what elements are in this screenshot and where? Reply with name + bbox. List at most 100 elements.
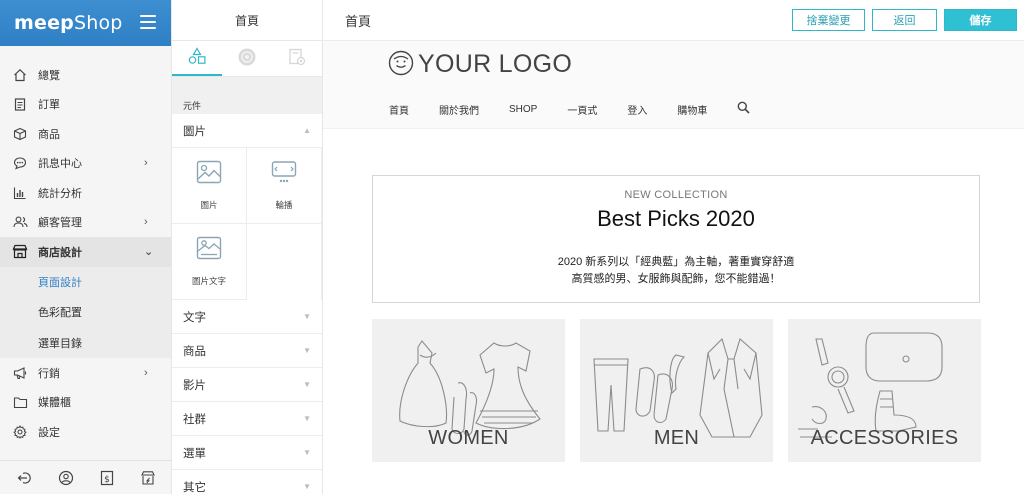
sidebar-item-orders[interactable]: 訂單 <box>0 90 171 120</box>
caret-down-icon: ▼ <box>303 380 311 389</box>
group-text-header[interactable]: 文字 ▼ <box>172 300 322 334</box>
group-menu-header[interactable]: 選單 ▼ <box>172 436 322 470</box>
users-icon <box>12 214 28 230</box>
sidebar-item-customers[interactable]: 顧客管理 › <box>0 208 171 238</box>
group-other-header[interactable]: 其它 ▼ <box>172 470 322 494</box>
sidebar-item-store-design[interactable]: 商店設計 ⌄ <box>0 237 171 267</box>
tab-page-settings[interactable] <box>272 41 322 76</box>
logo-text: YOUR LOGO <box>418 50 573 78</box>
palette-icon <box>237 47 257 70</box>
sidebar-item-marketing[interactable]: 行銷 › <box>0 358 171 388</box>
save-button[interactable]: 儲存 <box>944 9 1017 31</box>
sidebar-item-label: 商品 <box>38 128 60 141</box>
site-nav-one-page[interactable]: 一頁式 <box>567 102 597 117</box>
sidebar-item-label: 顧客管理 <box>38 217 82 230</box>
site-nav: 首頁 關於我們 SHOP 一頁式 登入 購物車 <box>389 101 780 117</box>
site-nav-about[interactable]: 關於我們 <box>439 102 479 117</box>
category-card-men[interactable]: MEN <box>580 319 773 462</box>
chat-icon <box>12 155 28 171</box>
group-social-header[interactable]: 社群 ▼ <box>172 402 322 436</box>
discard-changes-button[interactable]: 捨棄變更 <box>792 9 865 31</box>
back-button[interactable]: 返回 <box>872 9 937 31</box>
category-card-accessories[interactable]: ACCESSORIES <box>788 319 981 462</box>
section-label: 元件 <box>172 77 322 114</box>
sidebar-item-products[interactable]: 商品 <box>0 119 171 149</box>
component-tile-image-text[interactable]: 圖片文字 <box>172 224 247 300</box>
sidebar-item-label: 總覽 <box>38 69 60 82</box>
site-nav-cart[interactable]: 購物車 <box>677 102 707 117</box>
sidebar-item-label: 設定 <box>38 426 60 439</box>
panel-title: 首頁 <box>172 0 322 41</box>
category-grid: WOMEN MEN ACCESSORIES <box>372 319 981 462</box>
sidebar-item-analytics[interactable]: 統計分析 <box>0 178 171 208</box>
sidebar-item-settings[interactable]: 設定 <box>0 417 171 447</box>
sidebar-item-overview[interactable]: 總覽 <box>0 60 171 90</box>
caret-down-icon: ▼ <box>303 448 311 457</box>
brand-name-bold: meep <box>14 12 74 34</box>
sidebar-item-media-library[interactable]: 媒體櫃 <box>0 388 171 418</box>
billing-icon[interactable]: $ <box>98 469 116 487</box>
sidebar-nav: 總覽 訂單 商品 訊息中心 › 統計分析 顧客管理 › 商店設計 ⌄ 頁面設計 … <box>0 46 171 447</box>
brand-logo[interactable]: meepShop <box>14 12 123 34</box>
account-icon[interactable] <box>57 469 75 487</box>
component-panel: 首頁 元件 圖片 ▲ 圖片 輪播 圖片文字 文字 ▼ 商品 ▼ 影片 ▼ 社群 … <box>172 0 323 494</box>
category-label: ACCESSORIES <box>810 427 959 449</box>
component-tile-carousel[interactable]: 輪播 <box>247 148 322 224</box>
hamburger-menu-icon[interactable] <box>140 15 156 29</box>
store-icon <box>12 244 28 260</box>
group-image-header[interactable]: 圖片 ▲ <box>172 114 322 148</box>
group-label: 圖片 <box>183 125 206 138</box>
hero-description-line: 高質感的男、女服飾與配飾，您不能錯過！ <box>571 273 781 285</box>
chevron-right-icon: › <box>144 216 148 229</box>
group-video-header[interactable]: 影片 ▼ <box>172 368 322 402</box>
folder-icon <box>12 394 28 410</box>
caret-down-icon: ▼ <box>303 346 311 355</box>
group-label: 文字 <box>183 311 206 324</box>
category-card-women[interactable]: WOMEN <box>372 319 565 462</box>
tab-components[interactable] <box>172 41 222 76</box>
sidebar-footer: $ <box>0 460 172 494</box>
image-icon <box>196 160 222 187</box>
chevron-down-icon: ⌄ <box>144 246 154 259</box>
group-label: 商品 <box>183 345 206 358</box>
group-products-header[interactable]: 商品 ▼ <box>172 334 322 368</box>
caret-down-icon: ▼ <box>303 312 311 321</box>
site-nav-shop[interactable]: SHOP <box>509 104 537 115</box>
site-nav-login[interactable]: 登入 <box>627 102 647 117</box>
box-icon <box>12 126 28 142</box>
tile-label: 輪播 <box>275 200 293 210</box>
chevron-right-icon: › <box>144 366 148 379</box>
page-settings-icon <box>287 47 307 70</box>
logout-icon[interactable] <box>16 469 34 487</box>
sidebar-subitem-color-scheme[interactable]: 色彩配置 <box>0 297 171 328</box>
megaphone-icon <box>12 365 28 381</box>
tab-styles[interactable] <box>222 41 272 76</box>
bar-chart-icon <box>12 185 28 201</box>
component-tile-image[interactable]: 圖片 <box>172 148 247 224</box>
hero-eyebrow: NEW COLLECTION <box>624 189 728 201</box>
sidebar-item-messages[interactable]: 訊息中心 › <box>0 149 171 179</box>
sidebar-item-label: 商店設計 <box>38 246 82 259</box>
category-label: WOMEN <box>428 427 509 449</box>
hero-text-block[interactable]: NEW COLLECTION Best Picks 2020 2020 新系列以… <box>372 175 980 303</box>
sidebar-item-label: 統計分析 <box>38 187 82 200</box>
sidebar-subitem-page-design[interactable]: 頁面設計 <box>0 266 171 297</box>
search-icon[interactable] <box>737 101 750 117</box>
caret-up-icon: ▲ <box>303 126 311 135</box>
tile-label: 圖片 <box>200 200 218 210</box>
group-label: 社群 <box>183 413 206 426</box>
clipboard-icon <box>12 96 28 112</box>
site-nav-home[interactable]: 首頁 <box>389 102 409 117</box>
hero-description-line: 2020 新系列以「經典藍」為主軸，著重實穿舒適 <box>557 256 795 268</box>
home-icon <box>12 67 28 83</box>
panel-tabs <box>172 41 322 77</box>
site-logo[interactable]: YOUR LOGO <box>388 50 572 79</box>
sidebar-subitem-menu-directory[interactable]: 選單目錄 <box>0 327 171 358</box>
tile-label: 圖片文字 <box>191 276 226 286</box>
brand-name-light: Shop <box>73 12 123 34</box>
storefront-icon[interactable] <box>139 469 157 487</box>
editor-topbar: 首頁 捨棄變更 返回 儲存 <box>323 0 1024 41</box>
empty-tile <box>247 224 322 300</box>
caret-down-icon: ▼ <box>303 482 311 491</box>
sidebar-item-label: 訊息中心 <box>38 158 82 171</box>
